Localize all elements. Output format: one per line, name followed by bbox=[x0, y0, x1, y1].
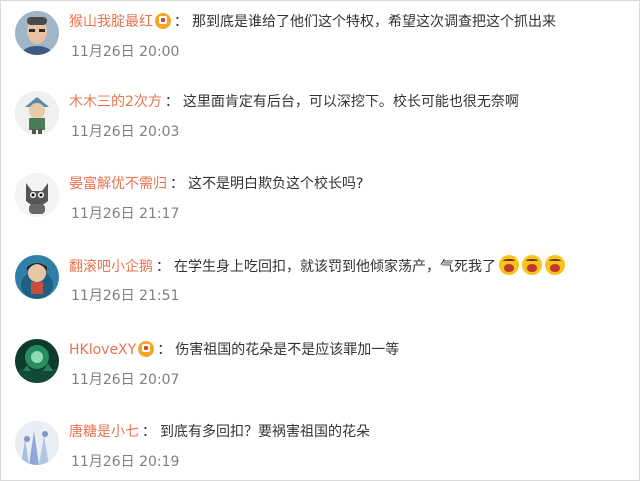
separator: ： bbox=[170, 176, 184, 192]
username[interactable]: HKloveXY bbox=[69, 342, 136, 358]
comment-text: 这不是明白欺负这个校长吗? bbox=[188, 176, 364, 192]
avatar[interactable] bbox=[15, 255, 59, 299]
angry-face-emoji-icon bbox=[499, 255, 519, 275]
username[interactable]: 木木三的2次方 bbox=[69, 94, 162, 110]
separator: ： bbox=[142, 424, 156, 440]
timestamp: 11月26日 20:03 bbox=[71, 124, 180, 140]
avatar[interactable] bbox=[15, 11, 59, 55]
username[interactable]: 翻滚吧小企鹅 bbox=[69, 259, 153, 275]
username[interactable]: 猴山我腚最红 bbox=[69, 14, 153, 30]
comment-text: 那到底是谁给了他们这个特权，希望这次调查把这个抓出来 bbox=[192, 14, 556, 30]
comment-list: 猴山我腚最红：那到底是谁给了他们这个特权，希望这次调查把这个抓出来 11月26日… bbox=[0, 0, 640, 481]
comment-text: 在学生身上吃回扣，就该罚到他倾家荡产，气死我了 bbox=[174, 259, 496, 275]
angry-face-emoji-icon bbox=[545, 255, 565, 275]
comment-text: 到底有多回扣？要祸害祖国的花朵 bbox=[160, 424, 370, 440]
avatar[interactable] bbox=[15, 91, 59, 135]
username[interactable]: 晏富解优不需归 bbox=[69, 176, 167, 192]
timestamp: 11月26日 21:51 bbox=[71, 288, 180, 304]
comment-text: 伤害祖国的花朵是不是应该罪加一等 bbox=[175, 342, 400, 358]
avatar[interactable] bbox=[15, 339, 59, 383]
separator: ： bbox=[164, 94, 179, 110]
vip-badge-icon bbox=[155, 13, 171, 29]
angry-face-emoji-icon bbox=[522, 255, 542, 275]
separator: ： bbox=[156, 259, 170, 275]
username[interactable]: 唐糖是小七 bbox=[69, 424, 139, 440]
vip-badge-icon bbox=[138, 341, 155, 357]
avatar[interactable] bbox=[15, 421, 59, 465]
timestamp: 11月26日 20:07 bbox=[71, 372, 180, 388]
comment-text: 这里面肯定有后台，可以深挖下。校长可能也很无奈啊 bbox=[182, 94, 519, 110]
avatar[interactable] bbox=[15, 173, 59, 217]
separator: ： bbox=[157, 342, 172, 358]
timestamp: 11月26日 21:17 bbox=[71, 206, 180, 222]
timestamp: 11月26日 20:19 bbox=[71, 454, 180, 470]
timestamp: 11月26日 20:00 bbox=[71, 44, 180, 60]
separator: ： bbox=[174, 14, 188, 30]
